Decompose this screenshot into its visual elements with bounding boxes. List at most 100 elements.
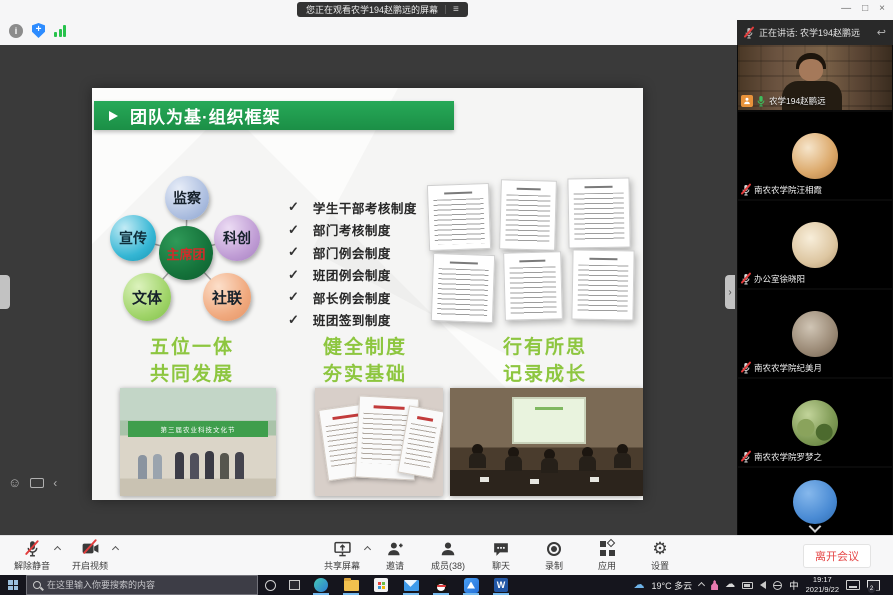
start-button[interactable] xyxy=(0,575,26,595)
participant-tile-video[interactable]: 农学194赵鹏远 xyxy=(738,45,892,110)
touch-keyboard-icon[interactable] xyxy=(846,580,860,590)
watching-screen-banner: 您正在观看农学194赵鹏远的屏幕 ≡ xyxy=(297,2,468,17)
taskbar-clock[interactable]: 19:17 2021/9/22 xyxy=(806,575,839,595)
highlight-line: 五位一体 xyxy=(117,335,267,362)
banner-menu-icon[interactable]: ≡ xyxy=(453,5,459,15)
start-video-button[interactable]: 开启视频 xyxy=(70,540,110,572)
taskbar-app-explorer[interactable] xyxy=(336,575,366,595)
sidebar-collapse-handle[interactable]: › xyxy=(725,275,735,309)
mic-muted-icon xyxy=(741,184,751,196)
slide-title: 团队为基·组织框架 xyxy=(130,103,281,128)
participant-name: 南农农学院罗梦之 xyxy=(754,451,822,463)
check-icon: ✓ xyxy=(288,267,299,283)
check-icon: ✓ xyxy=(288,312,299,328)
highlight-line: 健全制度 xyxy=(290,335,440,362)
projector-screen xyxy=(512,397,586,444)
windows-taskbar: ☁ 19°C 多云 ☁ 中 19:17 2021/9/22 2 xyxy=(0,575,893,595)
share-options-chevron-icon[interactable] xyxy=(364,546,371,553)
taskbar-app-word[interactable] xyxy=(486,575,516,595)
photo-documents xyxy=(315,388,443,496)
taskbar-app-store[interactable] xyxy=(366,575,396,595)
video-options-chevron-icon[interactable] xyxy=(112,546,119,553)
settings-button[interactable]: ⚙ 设置 xyxy=(640,540,680,572)
taskbar-tray: ☁ 19°C 多云 ☁ 中 19:17 2021/9/22 2 xyxy=(633,575,893,595)
edge-icon xyxy=(314,578,328,592)
mic-muted-icon xyxy=(741,273,751,285)
cortana-icon xyxy=(265,580,276,591)
participant-tile[interactable]: 南农农学院罗梦之 xyxy=(738,379,892,466)
members-label: 成员(38) xyxy=(431,559,465,572)
weather-cloud-icon[interactable]: ☁ xyxy=(633,580,644,591)
window-controls: — □ × xyxy=(841,3,885,15)
apps-button[interactable]: 应用 xyxy=(587,540,627,572)
slide-title-banner: 团队为基·组织框架 xyxy=(94,101,454,130)
network-signal-icon[interactable] xyxy=(54,25,66,37)
highlight-line: 行有所思 xyxy=(470,335,620,362)
qq-icon xyxy=(435,578,448,593)
record-icon xyxy=(547,542,561,556)
participant-tile[interactable]: 办公室徐晓阳 xyxy=(738,201,892,288)
unmute-button[interactable]: 解除静音 xyxy=(12,540,52,572)
taskbar-app-mail[interactable] xyxy=(396,575,426,595)
tray-cloud-icon[interactable]: ☁ xyxy=(725,580,735,590)
participant-avatar xyxy=(792,400,838,446)
participant-label: 南农农学院纪美月 xyxy=(741,362,822,374)
participant-tile[interactable]: 南农农学院汪相霞 xyxy=(738,112,892,199)
highlight-caption: 行有所思 记录成长 xyxy=(470,335,620,388)
speaker-icon[interactable] xyxy=(760,581,766,589)
reaction-smiley-icon[interactable]: ☺ xyxy=(8,475,21,490)
word-icon xyxy=(494,578,508,592)
members-button[interactable]: 成员(38) xyxy=(428,540,468,572)
checklist-item: ✓ 班团签到制度 xyxy=(288,309,417,332)
task-view-button[interactable] xyxy=(282,580,306,590)
tray-person-icon[interactable] xyxy=(711,580,718,590)
taskbar-search-box[interactable] xyxy=(26,575,258,595)
search-icon xyxy=(33,581,41,589)
record-button[interactable]: 录制 xyxy=(534,540,574,572)
record-label: 录制 xyxy=(545,559,563,572)
whiteboard-icon[interactable] xyxy=(30,478,44,488)
leave-meeting-button[interactable]: 离开会议 xyxy=(803,544,871,568)
invite-button[interactable]: 邀请 xyxy=(375,540,415,572)
checklist-label: 班团签到制度 xyxy=(313,310,391,329)
chat-button[interactable]: 聊天 xyxy=(481,540,521,572)
invite-label: 邀请 xyxy=(386,559,404,572)
collapse-left-icon[interactable]: ‹ xyxy=(53,476,57,490)
host-badge-icon xyxy=(741,95,753,107)
battery-icon[interactable] xyxy=(742,582,753,589)
participant-label: 南农农学院汪相霞 xyxy=(741,184,822,196)
participant-label: 办公室徐晓阳 xyxy=(741,273,805,285)
check-icon: ✓ xyxy=(288,199,299,215)
checklist-label: 部门例会制度 xyxy=(313,243,391,262)
mic-on-icon xyxy=(756,95,766,107)
meeting-status-icons: i xyxy=(9,23,66,38)
document-thumbnail xyxy=(503,251,563,320)
participant-name: 农学194赵鹏远 xyxy=(769,95,826,107)
participant-tile[interactable]: 南农农学院纪美月 xyxy=(738,290,892,377)
taskbar-app-meeting[interactable] xyxy=(456,575,486,595)
taskbar-app-edge[interactable] xyxy=(306,575,336,595)
taskbar-app-qq[interactable] xyxy=(426,575,456,595)
audio-options-chevron-icon[interactable] xyxy=(54,546,61,553)
participant-label: 南农农学院罗梦之 xyxy=(741,451,822,463)
left-panel-handle[interactable] xyxy=(0,275,10,309)
checklist-item: ✓ 学生干部考核制度 xyxy=(288,196,417,219)
document-thumbnail xyxy=(499,179,557,250)
weather-text[interactable]: 19°C 多云 xyxy=(651,579,692,592)
share-screen-button[interactable]: 共享屏幕 xyxy=(322,540,362,572)
cortana-button[interactable] xyxy=(258,580,282,591)
network-globe-icon[interactable] xyxy=(773,581,782,590)
search-input[interactable] xyxy=(47,580,251,590)
participant-avatar xyxy=(792,311,838,357)
document-thumbnail xyxy=(567,177,630,248)
windows-logo-icon xyxy=(8,580,18,590)
close-button[interactable]: × xyxy=(879,3,885,15)
ime-indicator[interactable]: 中 xyxy=(789,578,799,592)
popout-arrow-icon[interactable]: ↩ xyxy=(877,26,886,39)
meeting-info-icon[interactable]: i xyxy=(9,24,23,38)
maximize-button[interactable]: □ xyxy=(862,3,868,15)
annotation-toolbar: ☺ ‹ xyxy=(8,475,57,490)
hidden-icons-chevron-icon[interactable] xyxy=(698,581,705,588)
security-shield-icon[interactable] xyxy=(32,23,45,38)
minimize-button[interactable]: — xyxy=(841,3,851,15)
